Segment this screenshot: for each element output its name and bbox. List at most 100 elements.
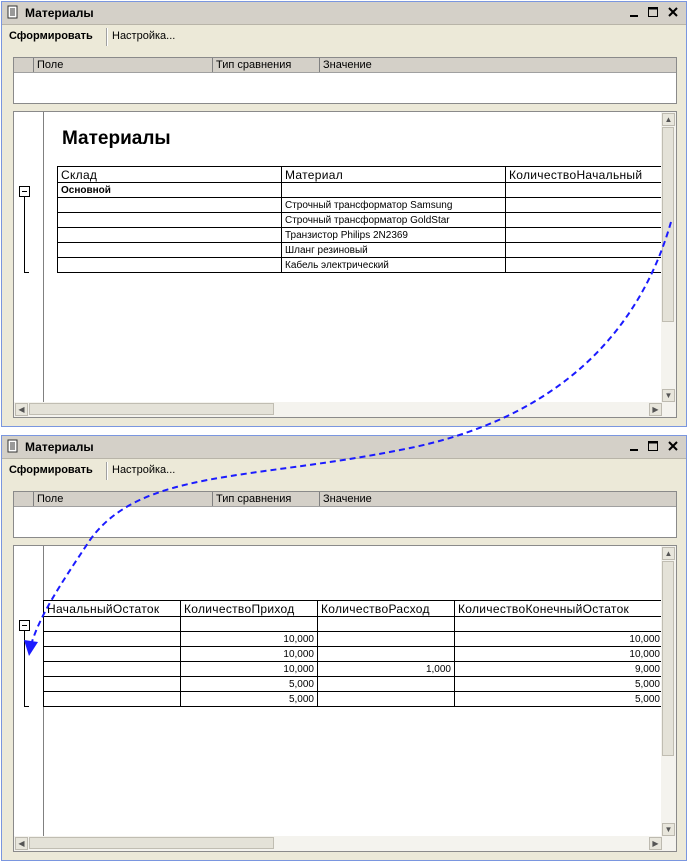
end-balance-cell: 5,000 — [454, 676, 664, 692]
filter-header: Поле Тип сравнения Значение — [14, 58, 676, 73]
vertical-scrollbar[interactable]: ▲ ▼ — [661, 546, 676, 837]
empty-cell — [43, 691, 181, 707]
scroll-left-icon[interactable]: ◀ — [15, 837, 28, 850]
filter-column-value[interactable]: Значение — [319, 58, 676, 72]
report-window-top: Материалы Сформировать Настройка... Поле… — [1, 1, 687, 427]
income-cell: 10,000 — [180, 661, 318, 677]
empty-cell — [505, 212, 664, 228]
income-cell: 10,000 — [180, 631, 318, 647]
column-header-end-balance: КоличествоКонечныйОстаток — [454, 600, 664, 617]
income-cell: 5,000 — [180, 691, 318, 707]
vertical-scrollbar[interactable]: ▲ ▼ — [661, 112, 676, 403]
filter-header-corner — [14, 492, 33, 506]
vertical-scroll-thumb[interactable] — [662, 561, 674, 756]
minimize-icon[interactable] — [626, 438, 643, 455]
end-balance-cell: 5,000 — [454, 691, 664, 707]
filter-header-corner — [14, 58, 33, 72]
group-label: Основной — [57, 182, 282, 198]
close-icon[interactable] — [665, 438, 682, 455]
filter-column-field[interactable]: Поле — [33, 58, 212, 72]
collapse-group-icon[interactable] — [19, 186, 30, 197]
toolbar-separator — [106, 462, 108, 480]
column-header-start-qty: КоличествоНачальный — [505, 166, 664, 183]
table-row: 5,000 5,000 — [43, 676, 664, 692]
toolbar: Сформировать Настройка... — [2, 459, 686, 483]
settings-button[interactable]: Настройка... — [112, 464, 175, 476]
report-sheet[interactable]: НачальныйОстаток КоличествоПриход Количе… — [13, 545, 677, 852]
filter-table[interactable]: Поле Тип сравнения Значение — [13, 57, 677, 104]
table-row: Шланг резиновый — [57, 242, 664, 258]
expense-cell — [317, 691, 455, 707]
filter-column-field[interactable]: Поле — [33, 492, 212, 506]
minimize-icon[interactable] — [626, 4, 643, 21]
empty-cell — [281, 182, 506, 198]
table-row: Строчный трансформатор Samsung — [57, 197, 664, 213]
horizontal-scroll-thumb[interactable] — [29, 837, 274, 849]
filter-header: Поле Тип сравнения Значение — [14, 492, 676, 507]
group-bracket-line — [24, 631, 25, 706]
column-header-start-balance: НачальныйОстаток — [43, 600, 181, 617]
empty-cell — [57, 197, 282, 213]
vertical-scroll-thumb[interactable] — [662, 127, 674, 322]
material-cell: Строчный трансформатор Samsung — [281, 197, 506, 213]
filter-column-comparison[interactable]: Тип сравнения — [212, 492, 319, 506]
column-header-material: Материал — [281, 166, 506, 183]
scroll-right-icon[interactable]: ▶ — [649, 837, 662, 850]
empty-cell — [505, 257, 664, 273]
expense-cell: 1,000 — [317, 661, 455, 677]
toolbar-separator — [106, 28, 108, 46]
scroll-right-icon[interactable]: ▶ — [649, 403, 662, 416]
material-cell: Строчный трансформатор GoldStar — [281, 212, 506, 228]
collapse-group-icon[interactable] — [19, 620, 30, 631]
document-icon — [7, 5, 18, 19]
scroll-up-icon[interactable]: ▲ — [662, 547, 675, 560]
income-cell: 5,000 — [180, 676, 318, 692]
group-bracket-line — [24, 197, 25, 272]
filter-table[interactable]: Поле Тип сравнения Значение — [13, 491, 677, 538]
column-header-income: КоличествоПриход — [180, 600, 318, 617]
scroll-up-icon[interactable]: ▲ — [662, 113, 675, 126]
table-row: 10,000 1,000 9,000 — [43, 661, 664, 677]
generate-button[interactable]: Сформировать — [9, 464, 93, 476]
filter-column-value[interactable]: Значение — [319, 492, 676, 506]
empty-cell — [43, 676, 181, 692]
horizontal-scroll-thumb[interactable] — [29, 403, 274, 415]
maximize-icon[interactable] — [645, 438, 662, 455]
expense-cell — [317, 631, 455, 647]
close-icon[interactable] — [665, 4, 682, 21]
end-balance-cell: 9,000 — [454, 661, 664, 677]
table-row: 10,000 10,000 — [43, 646, 664, 662]
group-bracket-end — [24, 272, 29, 273]
grouping-gutter — [14, 112, 44, 403]
horizontal-scrollbar[interactable]: ◀ ▶ — [14, 402, 676, 417]
table-row: Кабель электрический — [57, 257, 664, 273]
table-row: Строчный трансформатор GoldStar — [57, 212, 664, 228]
empty-cell — [317, 616, 455, 632]
document-icon — [7, 439, 18, 453]
title-bar[interactable]: Материалы — [2, 436, 686, 459]
empty-cell — [57, 227, 282, 243]
maximize-icon[interactable] — [645, 4, 662, 21]
table-row: Транзистор Philips 2N2369 — [57, 227, 664, 243]
end-balance-cell: 10,000 — [454, 646, 664, 662]
grouping-gutter — [14, 546, 44, 837]
end-balance-cell: 10,000 — [454, 631, 664, 647]
window-title: Материалы — [25, 6, 94, 20]
report-sheet[interactable]: Материалы Склад Материал КоличествоНачал… — [13, 111, 677, 418]
income-cell: 10,000 — [180, 646, 318, 662]
title-bar[interactable]: Материалы — [2, 2, 686, 25]
group-row — [43, 616, 664, 632]
material-cell: Шланг резиновый — [281, 242, 506, 258]
column-header-warehouse: Склад — [57, 166, 282, 183]
empty-cell — [43, 661, 181, 677]
scroll-down-icon[interactable]: ▼ — [662, 389, 675, 402]
empty-cell — [57, 212, 282, 228]
empty-cell — [57, 242, 282, 258]
toolbar: Сформировать Настройка... — [2, 25, 686, 49]
horizontal-scrollbar[interactable]: ◀ ▶ — [14, 836, 676, 851]
scroll-down-icon[interactable]: ▼ — [662, 823, 675, 836]
generate-button[interactable]: Сформировать — [9, 30, 93, 42]
settings-button[interactable]: Настройка... — [112, 30, 175, 42]
scroll-left-icon[interactable]: ◀ — [15, 403, 28, 416]
filter-column-comparison[interactable]: Тип сравнения — [212, 58, 319, 72]
